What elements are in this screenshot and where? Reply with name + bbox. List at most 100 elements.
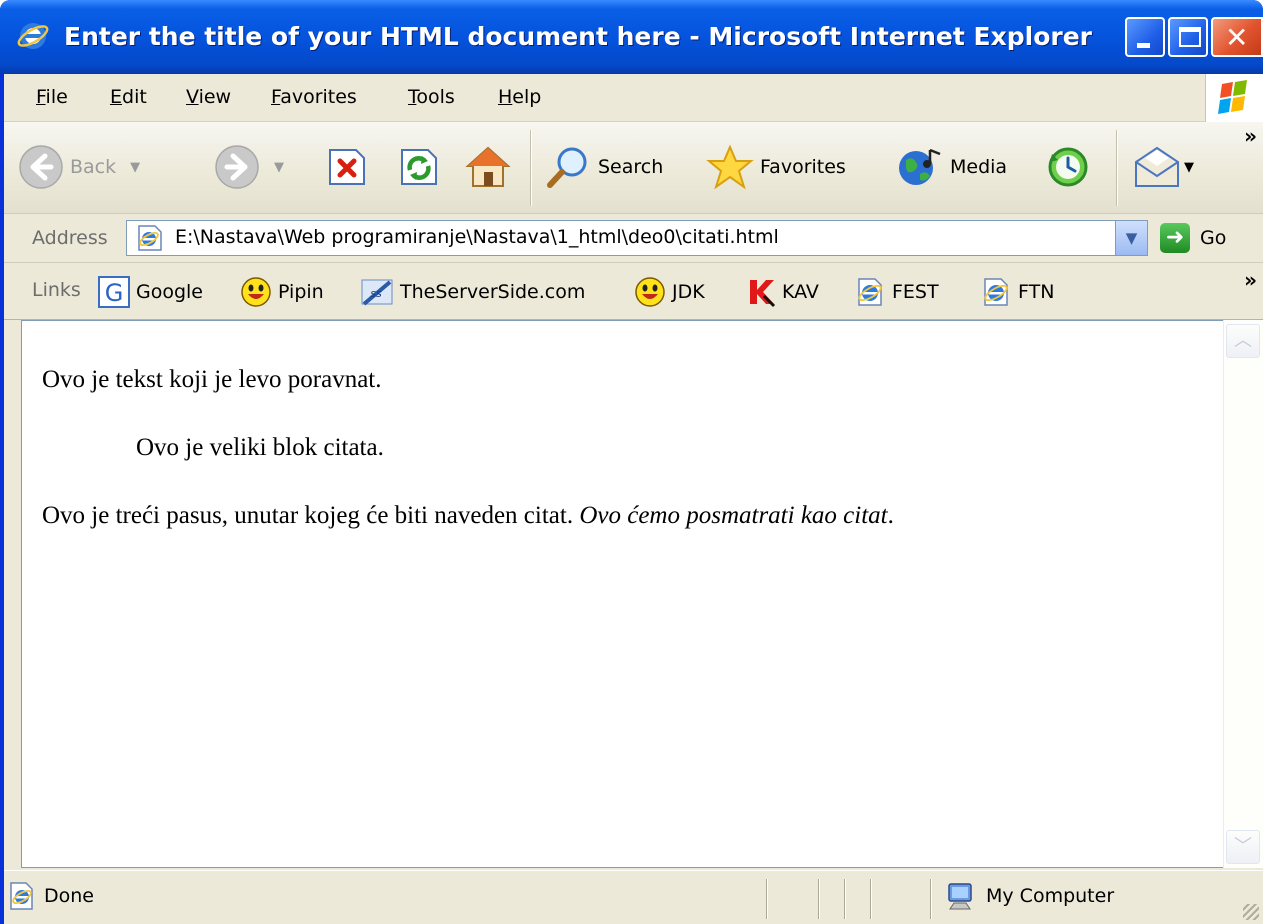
stop-icon bbox=[329, 149, 365, 185]
link-label: KAV bbox=[782, 281, 819, 303]
maximize-button[interactable] bbox=[1168, 17, 1208, 57]
toolbar-more-chevron[interactable]: » bbox=[1244, 124, 1257, 148]
menu-help[interactable]: Help bbox=[498, 86, 541, 108]
link-label: TheServerSide.com bbox=[400, 281, 586, 303]
menu-tools[interactable]: Tools bbox=[408, 86, 455, 108]
address-input[interactable]: E:\Nastava\Web programiranje\Nastava\1_h… bbox=[126, 220, 1148, 256]
link-kav[interactable]: KAV bbox=[746, 276, 819, 308]
windows-flag-icon bbox=[1218, 80, 1247, 114]
close-button[interactable]: ✕ bbox=[1211, 17, 1263, 57]
maximize-icon bbox=[1179, 27, 1201, 47]
menu-edit[interactable]: Edit bbox=[110, 86, 147, 108]
go-button[interactable]: ➜ Go bbox=[1160, 223, 1226, 253]
mail-dropdown-icon[interactable]: ▼ bbox=[1184, 160, 1194, 175]
inline-quote: Ovo ćemo posmatrati kao citat bbox=[579, 502, 888, 529]
chevron-down-icon: ﹀ bbox=[1234, 836, 1252, 857]
ie-page-icon bbox=[984, 278, 1008, 306]
search-button[interactable]: Search bbox=[544, 144, 663, 190]
status-divider bbox=[844, 879, 846, 919]
minimize-icon bbox=[1137, 43, 1150, 48]
media-button[interactable]: Media bbox=[896, 144, 1007, 190]
menu-bar: File Edit View Favorites Tools Help bbox=[4, 74, 1263, 122]
status-done: Done bbox=[8, 881, 94, 911]
close-icon: ✕ bbox=[1225, 21, 1249, 54]
address-dropdown-button[interactable]: ▼ bbox=[1115, 221, 1147, 255]
browser-frame: File Edit View Favorites Tools Help Back… bbox=[4, 74, 1263, 924]
favorites-button[interactable]: Favorites bbox=[706, 144, 846, 190]
forward-dropdown-icon[interactable]: ▼ bbox=[274, 160, 284, 175]
link-pipin[interactable]: Pipin bbox=[240, 276, 324, 308]
document-body: Ovo je tekst koji je levo poravnat. Ovo … bbox=[42, 361, 1222, 565]
refresh-button[interactable] bbox=[398, 144, 440, 190]
link-label: Google bbox=[136, 281, 204, 303]
page-icon bbox=[138, 225, 162, 251]
history-button[interactable] bbox=[1044, 144, 1092, 190]
kaspersky-k-icon bbox=[750, 280, 776, 308]
link-label: JDK bbox=[672, 281, 705, 303]
status-divider bbox=[930, 879, 932, 919]
search-icon bbox=[547, 147, 587, 188]
back-arrow-icon bbox=[19, 145, 63, 189]
search-label: Search bbox=[598, 156, 664, 178]
paragraph-left-aligned: Ovo je tekst koji je levo poravnat. bbox=[42, 366, 382, 393]
resize-grip[interactable] bbox=[1243, 904, 1259, 920]
status-divider bbox=[766, 879, 768, 919]
ie-page-icon bbox=[10, 882, 33, 910]
address-bar: Address E:\Nastava\Web programiranje\Nas… bbox=[4, 215, 1263, 263]
svg-text:G: G bbox=[105, 279, 124, 307]
status-bar: Done My Computer bbox=[4, 870, 1263, 924]
vertical-scrollbar[interactable]: ︿ ﹀ bbox=[1223, 320, 1263, 868]
back-button[interactable]: Back ▼ bbox=[18, 144, 140, 190]
history-clock-icon bbox=[1048, 147, 1088, 187]
title-bar[interactable]: Enter the title of your HTML document he… bbox=[0, 0, 1263, 74]
link-jdk[interactable]: JDK bbox=[634, 276, 705, 308]
favorites-star-icon bbox=[706, 144, 754, 190]
go-arrow-icon: ➜ bbox=[1160, 223, 1190, 253]
go-label: Go bbox=[1200, 227, 1227, 249]
link-theserverside[interactable]: ss TheServerSide.com bbox=[360, 276, 585, 308]
minimize-button[interactable] bbox=[1125, 17, 1165, 57]
links-more-chevron[interactable]: » bbox=[1244, 268, 1257, 292]
scroll-up-button[interactable]: ︿ bbox=[1226, 324, 1260, 358]
svg-text:ss: ss bbox=[370, 287, 382, 300]
mail-button[interactable]: ▼ bbox=[1132, 144, 1194, 190]
paragraph-text: Ovo je treći pasus, unutar kojeg će biti… bbox=[42, 502, 574, 529]
link-google[interactable]: G Google bbox=[98, 276, 203, 308]
ie-logo-icon bbox=[17, 23, 49, 49]
status-text: Done bbox=[44, 885, 94, 907]
scroll-down-button[interactable]: ﹀ bbox=[1226, 830, 1260, 864]
home-button[interactable] bbox=[464, 144, 512, 190]
back-label: Back bbox=[70, 156, 117, 178]
my-computer-icon bbox=[948, 883, 972, 910]
smiley-icon bbox=[241, 277, 271, 307]
google-g-icon: G bbox=[98, 276, 130, 308]
chevron-down-icon: ▼ bbox=[1125, 229, 1138, 247]
menu-file[interactable]: File bbox=[36, 86, 68, 108]
window-title: Enter the title of your HTML document he… bbox=[64, 22, 1092, 51]
zone-label: My Computer bbox=[986, 885, 1115, 907]
windows-logo bbox=[1205, 74, 1263, 122]
link-fest[interactable]: FEST bbox=[854, 276, 939, 308]
links-label: Links bbox=[32, 279, 81, 301]
toolbar-separator bbox=[1116, 130, 1118, 206]
home-icon bbox=[465, 146, 511, 187]
refresh-icon bbox=[401, 149, 437, 185]
menu-favorites[interactable]: Favorites bbox=[271, 86, 357, 108]
mail-envelope-icon bbox=[1135, 146, 1179, 187]
paragraph-with-quote: Ovo je treći pasus, unutar kojeg će biti… bbox=[42, 497, 1222, 534]
page-content-area: Ovo je tekst koji je levo poravnat. Ovo … bbox=[21, 320, 1241, 868]
forward-arrow-icon bbox=[215, 145, 259, 189]
back-dropdown-icon[interactable]: ▼ bbox=[130, 160, 140, 175]
smiley-icon bbox=[635, 277, 665, 307]
toolbar-separator bbox=[530, 130, 532, 206]
menu-view[interactable]: View bbox=[186, 86, 231, 108]
forward-button[interactable]: ▼ bbox=[214, 144, 284, 190]
media-globe-icon bbox=[899, 148, 941, 185]
link-label: FTN bbox=[1018, 281, 1055, 303]
link-ftn[interactable]: FTN bbox=[980, 276, 1054, 308]
stop-button[interactable] bbox=[326, 144, 368, 190]
paragraph-end: . bbox=[887, 502, 894, 529]
security-zone: My Computer bbox=[946, 881, 1114, 911]
link-label: Pipin bbox=[278, 281, 324, 303]
status-divider bbox=[870, 879, 872, 919]
